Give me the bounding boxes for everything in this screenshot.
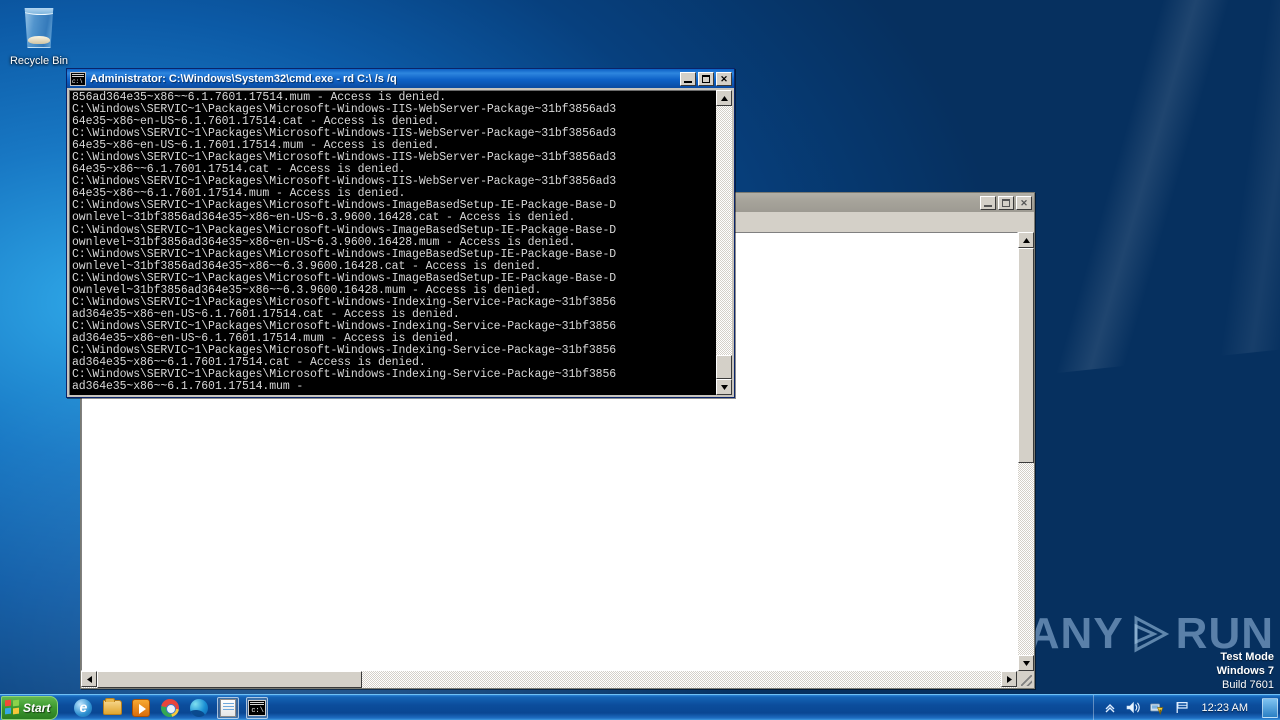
vertical-scroll-track[interactable]	[1018, 248, 1034, 655]
cmd-titlebar[interactable]: c:\ Administrator: C:\Windows\System32\c…	[67, 69, 734, 88]
notepad-icon	[220, 698, 237, 717]
desktop-icon-label: Recycle Bin	[9, 55, 69, 67]
windows-version-line: Windows 7	[1216, 665, 1274, 677]
test-mode-info: Test Mode Windows 7 Build 7601	[1028, 650, 1274, 692]
show-hidden-icons-chevron-icon[interactable]	[1102, 700, 1118, 716]
taskbar-task-buttons	[72, 696, 269, 719]
minimize-button[interactable]	[980, 195, 996, 210]
watermark-run-text: RUN	[1175, 609, 1274, 658]
background-window-horizontal-scrollbar[interactable]	[81, 671, 1017, 688]
cmd-console-output[interactable]: 856ad364e35~x86~~6.1.7601.17514.mum - Ac…	[69, 90, 716, 395]
chrome-icon	[161, 698, 180, 717]
test-mode-line: Test Mode	[1220, 651, 1274, 663]
scroll-up-arrow-icon[interactable]	[1018, 232, 1034, 248]
build-number-line: Build 7601	[1222, 679, 1274, 691]
horizontal-scroll-track[interactable]	[97, 671, 1001, 688]
desktop-icon-recycle-bin[interactable]: Recycle Bin	[6, 4, 72, 69]
console-icon: c:\	[70, 71, 86, 86]
scroll-left-arrow-icon[interactable]	[81, 671, 97, 687]
windows-explorer-icon	[102, 698, 122, 715]
scroll-down-arrow-icon[interactable]	[716, 379, 732, 395]
scroll-right-arrow-icon[interactable]	[1001, 671, 1017, 687]
scroll-down-arrow-icon[interactable]	[1018, 655, 1034, 671]
cmd-body: 856ad364e35~x86~~6.1.7601.17514.mum - Ac…	[67, 88, 734, 397]
cmd-vertical-scroll-thumb[interactable]	[716, 355, 732, 379]
taskbar-item-chrome[interactable]	[159, 697, 181, 719]
watermark-any-text: ANY	[1027, 609, 1124, 658]
play-triangle-icon	[1128, 612, 1172, 656]
cmd-vertical-scroll-track[interactable]	[716, 106, 732, 379]
vertical-scroll-thumb[interactable]	[1018, 248, 1034, 463]
recycle-bin-icon	[24, 8, 54, 48]
maximize-button[interactable]	[698, 71, 714, 86]
media-player-icon	[132, 698, 151, 717]
taskbar-item-notepad[interactable]	[217, 696, 240, 719]
start-button-label: Start	[23, 700, 51, 715]
volume-icon[interactable]	[1126, 700, 1142, 716]
command-prompt-window[interactable]: c:\ Administrator: C:\Windows\System32\c…	[66, 68, 735, 398]
system-tray: 12:23 AM	[1092, 694, 1280, 720]
action-center-flag-icon[interactable]	[1174, 700, 1190, 716]
anyrun-logo: ANY RUN	[1028, 612, 1274, 656]
scroll-up-arrow-icon[interactable]	[716, 90, 732, 106]
cmd-vertical-scrollbar[interactable]	[716, 90, 732, 395]
close-button[interactable]: ✕	[1016, 195, 1032, 210]
maximize-button[interactable]	[998, 195, 1014, 210]
edge-icon	[190, 698, 209, 717]
start-button[interactable]: Start	[1, 695, 59, 720]
windows-logo-icon	[5, 699, 20, 715]
show-desktop-button[interactable]	[1262, 697, 1278, 718]
anyrun-watermark: ANY RUN Test Mode Windows 7 Build 7601	[1028, 612, 1274, 692]
taskbar-item-windows-explorer[interactable]	[101, 697, 123, 719]
internet-explorer-icon	[74, 698, 93, 717]
taskbar-item-internet-explorer[interactable]	[72, 697, 94, 719]
minimize-button[interactable]	[680, 71, 696, 86]
desktop[interactable]: Recycle Bin ANY RUN Test Mode Windows 7 …	[0, 0, 1280, 720]
window-resize-grip[interactable]	[1017, 671, 1034, 688]
network-warning-icon[interactable]	[1150, 700, 1166, 716]
horizontal-scroll-thumb[interactable]	[97, 671, 362, 688]
taskbar-item-cmd[interactable]	[246, 696, 269, 719]
background-window-hscroll-row	[81, 671, 1034, 688]
taskbar-clock[interactable]: 12:23 AM	[1202, 702, 1248, 714]
taskbar-item-edge[interactable]	[188, 697, 210, 719]
close-button[interactable]: ✕	[716, 71, 732, 86]
cmd-window-title: Administrator: C:\Windows\System32\cmd.e…	[90, 72, 397, 85]
taskbar-item-media-player[interactable]	[130, 697, 152, 719]
background-window-vertical-scrollbar[interactable]	[1018, 232, 1034, 671]
background-window-buttons: ✕	[980, 195, 1032, 210]
cmd-window-buttons: ✕	[680, 71, 732, 86]
taskbar[interactable]: Start e c:\ 12:23 AM	[0, 694, 1280, 720]
cmd-icon	[248, 699, 267, 716]
